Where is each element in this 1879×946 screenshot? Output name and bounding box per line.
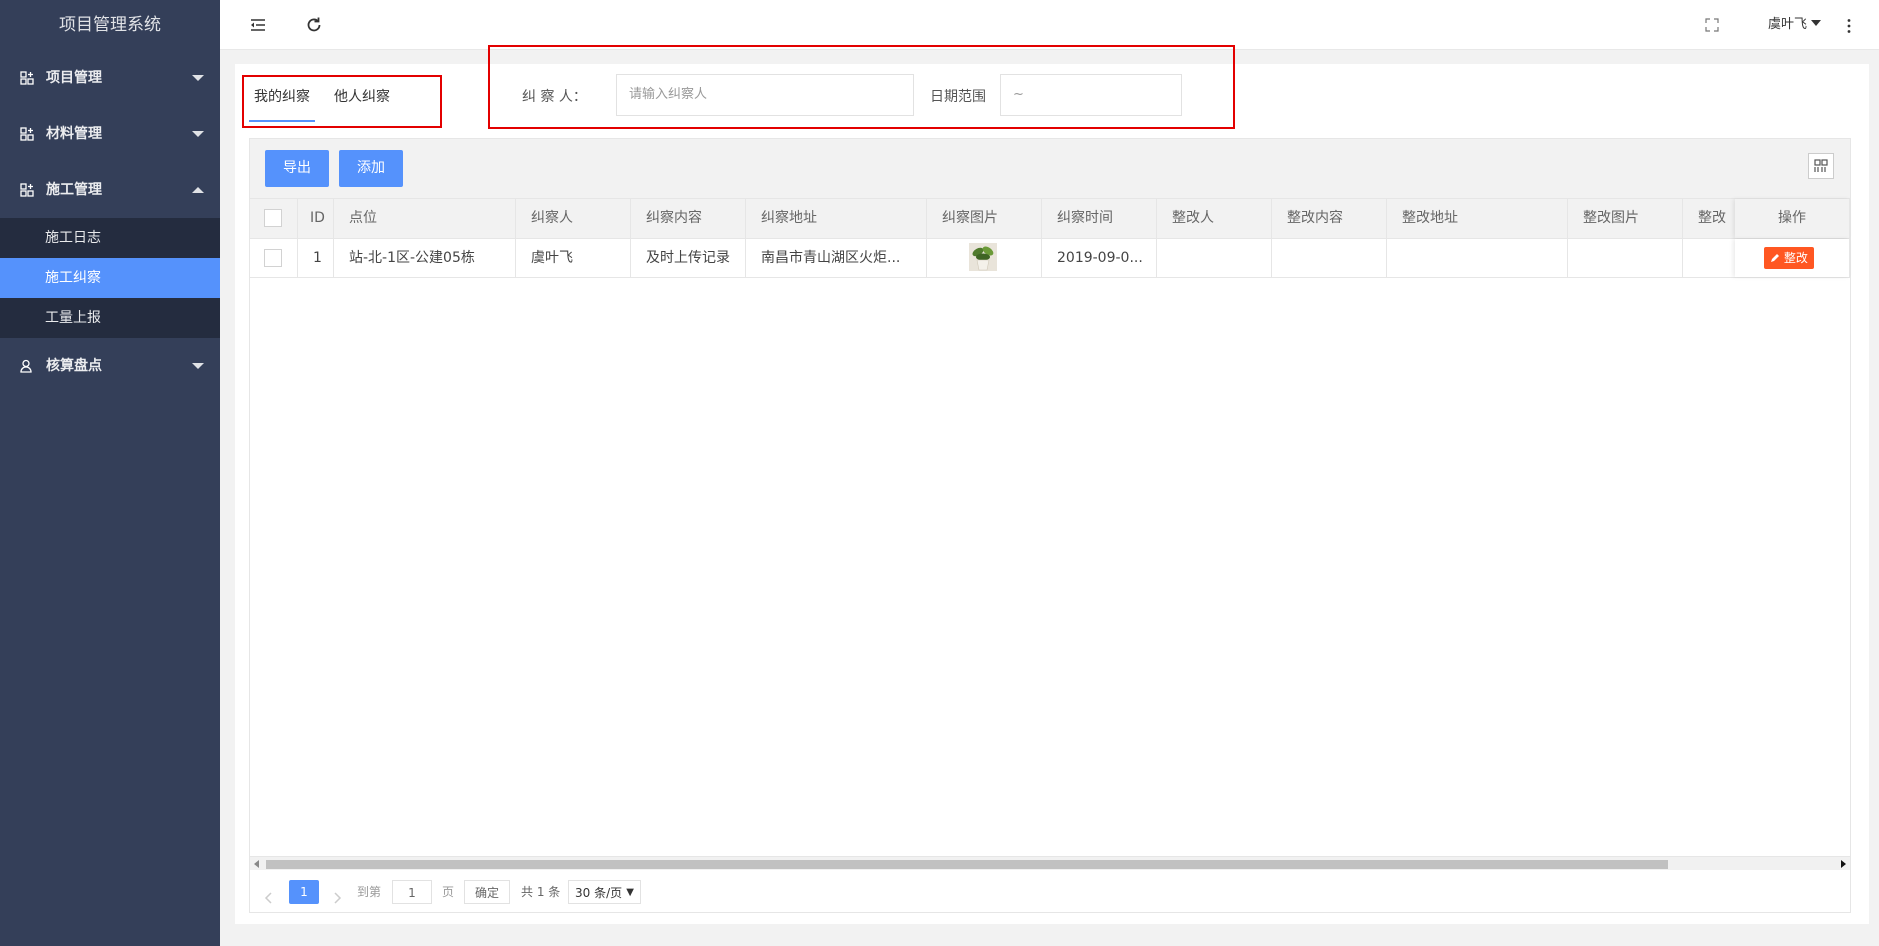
row-checkbox[interactable] [264,249,282,267]
table-header: ID 点位 纠察人 纠察内容 纠察地址 纠察图片 纠察时间 整改人 整改内容 整… [250,199,1850,239]
column-header[interactable]: 整改人 [1157,199,1272,238]
column-header[interactable]: 整改内容 [1272,199,1387,238]
user-menu[interactable]: 虞叶飞 [1768,0,1821,50]
export-button[interactable]: 导出 [265,150,329,187]
column-header[interactable]: 纠察人 [516,199,631,238]
scrollbar-thumb[interactable] [266,860,1668,869]
next-page-icon[interactable] [334,886,342,910]
table-toolbar: 导出 添加 [250,139,1850,199]
chevron-up-icon [192,187,204,193]
column-header[interactable]: 纠察时间 [1042,199,1157,238]
cell-location: 站-北-1区-公建05栋 [334,239,516,277]
column-header[interactable]: 纠察图片 [927,199,1042,238]
inspector-input[interactable]: 请输入纠察人 [616,74,914,116]
cell-rectify-content [1272,239,1387,277]
prev-page-icon[interactable] [264,886,272,910]
scroll-left-icon[interactable] [254,860,260,868]
data-table: 导出 添加 ID 点位 纠察人 纠察内容 纠察地址 纠察图片 纠察时间 整改人 … [249,138,1851,913]
goto-confirm-button[interactable]: 确定 [464,880,510,904]
chevron-down-icon [192,363,204,369]
cell-inspector: 虞叶飞 [516,239,631,277]
date-range-input[interactable]: ~ [1000,74,1182,116]
rectify-label: 整改 [1783,251,1808,265]
add-button[interactable]: 添加 [339,150,403,187]
sidebar-subitem-construction-log[interactable]: 施工日志 [0,218,220,258]
cell-rectify-extra [1683,239,1743,277]
sidebar-item-project-management[interactable]: 项目管理 [0,50,220,106]
row-select-cell [250,239,298,277]
sidebar-item-label: 施工管理 [46,182,102,198]
cell-rectify-photo [1568,239,1683,277]
plant-photo-thumbnail[interactable] [969,242,997,271]
pagination: 1 到第 1 页 确定 共 1 条 30 条/页 ▼ [250,870,1850,913]
chevron-down-icon [192,131,204,137]
pencil-icon [1771,254,1780,262]
inspector-label: 纠 察 人： [522,89,587,105]
sidebar-item-label: 核算盘点 [46,358,102,374]
sidebar-subitem-construction-inspection[interactable]: 施工纠察 [0,258,220,298]
sidebar-submenu: 施工日志 施工纠察 工量上报 [0,218,220,338]
cell-rectify-address [1387,239,1568,277]
collapse-menu-icon[interactable] [249,16,267,34]
select-all-checkbox[interactable] [264,209,282,227]
user-icon [20,359,32,373]
cell-rectifier [1157,239,1272,277]
page-number-input[interactable]: 1 [392,880,432,904]
page-button-current[interactable]: 1 [289,880,319,904]
sidebar-item-construction-management[interactable]: 施工管理 [0,162,220,218]
cell-content: 及时上传记录 [631,239,746,277]
sidebar-item-material-management[interactable]: 材料管理 [0,106,220,162]
date-range-label: 日期范围 [930,89,986,105]
scroll-right-icon[interactable] [1840,860,1846,868]
cell-address: 南昌市青山湖区火炬... [746,239,927,277]
total-count: 共 1 条 [521,885,561,899]
grid-plus-icon [20,183,34,197]
select-all-cell [250,199,298,238]
sidebar-subitem-workload-report[interactable]: 工量上报 [0,298,220,338]
sidebar-item-label: 项目管理 [46,70,102,86]
chevron-down-icon [192,75,204,81]
user-name: 虞叶飞 [1767,17,1807,32]
more-vertical-icon[interactable] [1846,18,1852,34]
tab-others-inspections[interactable]: 他人纠察 [334,82,404,122]
goto-label: 到第 [357,885,382,899]
column-header[interactable]: 整改地址 [1387,199,1568,238]
refresh-icon[interactable] [305,16,323,34]
chevron-down-icon [1811,20,1821,26]
column-header[interactable]: 纠察内容 [631,199,746,238]
cell-photo [927,239,1042,277]
sidebar-item-accounting-inventory[interactable]: 核算盘点 [0,338,220,394]
horizontal-scrollbar[interactable] [250,856,1850,870]
column-header-actions: 操作 [1735,199,1850,238]
dropdown-arrow-icon: ▼ [626,887,634,898]
table-row[interactable]: 1 站-北-1区-公建05栋 虞叶飞 及时上传记录 南昌市青山湖区火炬... 2… [250,239,1850,278]
app-title: 项目管理系统 [59,15,161,35]
top-header: 虞叶飞 [220,0,1879,50]
column-header[interactable]: ID [298,199,334,238]
tab-my-inspections[interactable]: 我的纠察 [249,82,315,122]
page-unit-label: 页 [442,885,455,899]
page-size-select[interactable]: 30 条/页 ▼ [568,880,641,904]
content-card: 我的纠察 他人纠察 纠 察 人： 请输入纠察人 日期范围 ~ 导出 添加 ID … [235,45,1869,924]
sidebar-item-label: 材料管理 [46,126,102,142]
sidebar: 项目管理系统 项目管理 材料管理 施工管理 施工日志 施工纠察 工量上报 核算盘… [0,0,220,946]
column-header[interactable]: 整改 [1683,199,1743,238]
grid-plus-icon [20,127,34,141]
column-header[interactable]: 纠察地址 [746,199,927,238]
column-header[interactable]: 点位 [334,199,516,238]
column-header[interactable]: 整改图片 [1568,199,1683,238]
cell-actions: 整改 [1735,239,1850,277]
grid-plus-icon [20,71,34,85]
rectify-button[interactable]: 整改 [1764,247,1814,269]
cell-id: 1 [298,239,334,277]
cell-time: 2019-09-0... [1042,239,1157,277]
columns-icon[interactable] [1808,153,1834,179]
page-size-value: 30 条/页 [575,886,623,900]
fullscreen-icon[interactable] [1705,18,1719,32]
